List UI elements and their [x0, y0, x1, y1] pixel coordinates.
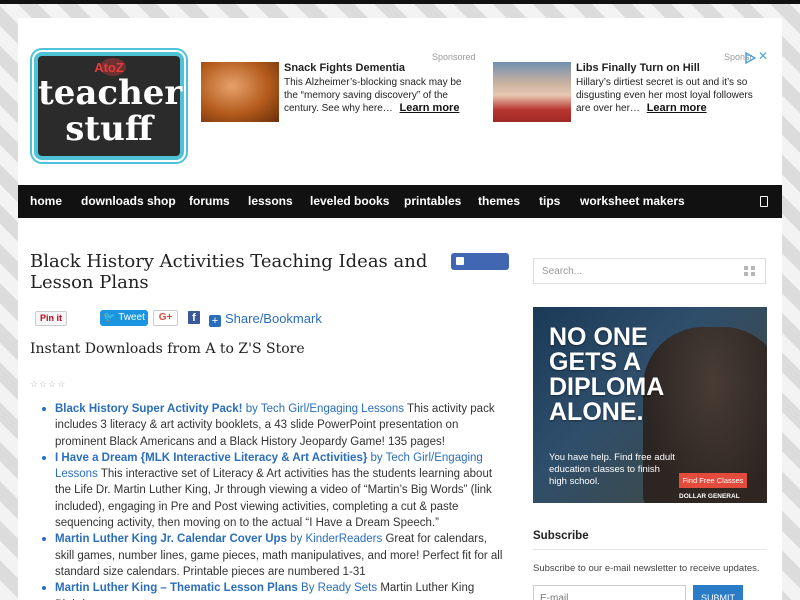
- ad-headline[interactable]: Libs Finally Turn on Hill: [576, 62, 765, 75]
- sidebar-ad-subtext: You have help. Find free adult education…: [549, 452, 675, 487]
- ad-hill[interactable]: Libs Finally Turn on Hill Hillary’s dirt…: [493, 62, 765, 124]
- nav-home[interactable]: home: [30, 185, 62, 218]
- list-item: Martin Luther King – Thematic Lesson Pla…: [40, 580, 508, 600]
- tweet-button[interactable]: 🐦 Tweet: [100, 310, 148, 326]
- share-bar: Pin it 🐦 Tweet G+ f + Share/Bookmark: [18, 309, 518, 329]
- ad-headline[interactable]: Snack Fights Dementia: [284, 62, 471, 75]
- nav-worksheet-makers[interactable]: worksheet makers: [580, 185, 685, 218]
- nav-leveled-books[interactable]: leveled books: [310, 185, 389, 218]
- page-container: AtoZ teacher stuff Sponsored Sponsored ✕…: [18, 18, 782, 600]
- facebook-like-button[interactable]: Like 23K: [451, 253, 509, 284]
- logo-line-1: teacher: [38, 73, 183, 113]
- product-list: Black History Super Activity Pack! by Te…: [40, 401, 508, 600]
- ad-learn-more[interactable]: Learn more: [647, 102, 707, 114]
- submit-button[interactable]: SUBMIT: [693, 585, 743, 600]
- nav-printables[interactable]: printables: [404, 185, 461, 218]
- top-strip: [0, 0, 800, 4]
- sidebar-ad-brand: DOLLAR GENERAL: [679, 493, 740, 500]
- google-plus-button[interactable]: G+: [153, 310, 178, 326]
- email-field[interactable]: [533, 585, 686, 600]
- ad-learn-more[interactable]: Learn more: [400, 102, 460, 114]
- pinterest-button[interactable]: Pin it: [35, 311, 67, 326]
- close-ad-icon[interactable]: ✕: [758, 49, 768, 63]
- facebook-share-icon[interactable]: f: [188, 311, 200, 324]
- item-author-link[interactable]: by KinderReaders: [290, 533, 382, 545]
- plus-icon: +: [209, 315, 221, 327]
- like-label: Like: [456, 273, 477, 284]
- item-title-link[interactable]: Black History Super Activity Pack!: [55, 403, 242, 415]
- nav-search-icon[interactable]: [760, 196, 768, 207]
- like-count: 23K: [478, 273, 498, 284]
- list-item: Black History Super Activity Pack! by Te…: [40, 401, 508, 450]
- nav-themes[interactable]: themes: [478, 185, 520, 218]
- subscribe-heading: Subscribe: [533, 530, 589, 542]
- item-author-link[interactable]: by Tech Girl/Engaging Lessons: [246, 403, 404, 415]
- ad-image[interactable]: [493, 62, 571, 122]
- site-logo[interactable]: AtoZ teacher stuff: [34, 52, 184, 160]
- list-item: Martin Luther King Jr. Calendar Cover Up…: [40, 531, 508, 580]
- share-bookmark-link[interactable]: + Share/Bookmark: [209, 311, 322, 327]
- item-author-link[interactable]: By Ready Sets: [301, 582, 377, 594]
- item-title-link[interactable]: I Have a Dream {MLK Interactive Literacy…: [55, 452, 367, 464]
- sponsored-label: Sponsored: [432, 52, 476, 62]
- list-item: I Have a Dream {MLK Interactive Literacy…: [40, 450, 508, 531]
- nav-tips[interactable]: tips: [539, 185, 560, 218]
- sidebar-ad[interactable]: NO ONE GETS A DIPLOMA ALONE. You have he…: [533, 307, 767, 503]
- divider: [533, 549, 767, 550]
- thumbs-up-icon: [456, 257, 464, 265]
- logo-line-2: stuff: [65, 109, 153, 149]
- ad-snack[interactable]: Snack Fights Dementia This Alzheimer’s-b…: [201, 62, 471, 124]
- item-title-link[interactable]: Martin Luther King – Thematic Lesson Pla…: [55, 582, 298, 594]
- rating-stars[interactable]: ☆☆☆☆: [30, 379, 66, 390]
- subscribe-text: Subscribe to our e-mail newsletter to re…: [533, 563, 760, 574]
- section-subheading: Instant Downloads from A to Z'S Store: [30, 341, 305, 357]
- nav-forums[interactable]: forums: [189, 185, 230, 218]
- nav-lessons[interactable]: lessons: [248, 185, 293, 218]
- grid-search-icon[interactable]: [744, 266, 755, 276]
- main-nav: home downloads shop forums lessons level…: [18, 185, 782, 218]
- item-description: This interactive set of Literacy & Art a…: [55, 468, 493, 530]
- sidebar-ad-headline: NO ONE GETS A DIPLOMA ALONE.: [549, 323, 664, 426]
- search-placeholder: Search...: [542, 266, 583, 277]
- page-title: Black History Activities Teaching Ideas …: [30, 251, 428, 293]
- item-title-link[interactable]: Martin Luther King Jr. Calendar Cover Up…: [55, 533, 287, 545]
- ad-image[interactable]: [201, 62, 279, 122]
- find-classes-button[interactable]: Find Free Classes: [679, 473, 747, 488]
- nav-downloads-shop[interactable]: downloads shop: [81, 185, 176, 218]
- sidebar-search-input[interactable]: Search...: [533, 258, 766, 284]
